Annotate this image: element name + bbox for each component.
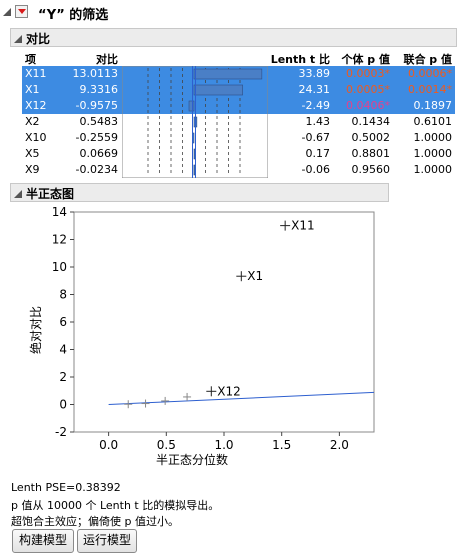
x-tick-label: 1.5 bbox=[272, 438, 291, 452]
point-label: X11 bbox=[291, 219, 315, 233]
y-tick-label: 0 bbox=[59, 398, 67, 412]
lenth-cell: 0.17 bbox=[305, 147, 331, 160]
report-title: “Y” 的筛选 bbox=[38, 8, 109, 23]
y-tick-label: -2 bbox=[55, 425, 67, 439]
point-label: X1 bbox=[247, 269, 263, 283]
contrast-cell: -0.2559 bbox=[75, 131, 118, 144]
half-normal-plot: -2 0 2 4 6 8 10 12 14 0.0 0.5 1.0 1.5 2.0 半正态分位数 绝对对比 X1… bbox=[28, 205, 375, 467]
col-contrast[interactable]: 对比 bbox=[60, 51, 118, 67]
x-tick-label: 0.5 bbox=[157, 438, 176, 452]
run-model-button[interactable]: 运行模型 bbox=[77, 529, 137, 553]
contrast-bar bbox=[193, 164, 196, 176]
simul-p-cell: 1.0000 bbox=[413, 163, 453, 176]
contrast-cell: -0.0234 bbox=[75, 163, 118, 176]
simul-p-cell: 0.0014* bbox=[408, 83, 452, 96]
contrast-cell: 0.0669 bbox=[79, 147, 119, 160]
point-label: X12 bbox=[217, 384, 241, 398]
collapse-icon[interactable] bbox=[14, 188, 22, 198]
simul-p-cell: 1.0000 bbox=[413, 147, 453, 160]
lenth-cell: -0.67 bbox=[301, 131, 330, 144]
lenth-pse-text: Lenth PSE=0.38392 bbox=[11, 481, 121, 494]
y-axis-label: 绝对对比 bbox=[28, 306, 43, 354]
y-tick-label: 4 bbox=[59, 343, 67, 357]
indiv-p-cell: 0.5002 bbox=[351, 131, 391, 144]
y-tick-label: 8 bbox=[59, 288, 67, 302]
term-cell: X1 bbox=[25, 83, 40, 96]
contrast-bar bbox=[193, 68, 263, 80]
col-indiv-p[interactable]: 个体 p 值 bbox=[332, 51, 390, 67]
y-tick-label: 14 bbox=[52, 205, 67, 219]
lenth-cell: -2.49 bbox=[301, 99, 330, 112]
term-cell: X5 bbox=[25, 147, 40, 160]
term-cell: X2 bbox=[25, 115, 40, 128]
term-cell: X12 bbox=[25, 99, 47, 112]
x-tick-label: 0.0 bbox=[99, 438, 118, 452]
indiv-p-cell: 0.0003* bbox=[346, 67, 390, 80]
term-cell: X9 bbox=[25, 163, 40, 176]
lenth-cell: 24.31 bbox=[298, 83, 331, 96]
y-tick-label: 2 bbox=[59, 370, 67, 384]
lenth-cell: -0.06 bbox=[301, 163, 330, 176]
simul-p-cell: 0.1897 bbox=[413, 99, 453, 112]
indiv-p-cell: 0.8801 bbox=[351, 147, 391, 160]
contrast-cell: 0.5483 bbox=[79, 115, 119, 128]
y-tick-label: 12 bbox=[52, 233, 67, 247]
red-triangle-menu-icon[interactable] bbox=[15, 5, 28, 18]
y-tick-label: 6 bbox=[59, 315, 67, 329]
note-pvalue: p 值从 10000 个 Lenth t 比的模拟导出。 bbox=[11, 499, 220, 512]
contrast-bar bbox=[193, 148, 196, 160]
simul-p-cell: 1.0000 bbox=[413, 131, 453, 144]
contrast-bar bbox=[193, 84, 243, 96]
contrast-cell: 13.0113 bbox=[72, 67, 119, 80]
x-tick-label: 2.0 bbox=[330, 438, 349, 452]
indiv-p-cell: 0.9560 bbox=[351, 163, 391, 176]
half-normal-header[interactable]: 半正态图 bbox=[10, 183, 389, 202]
term-cell: X11 bbox=[25, 67, 47, 80]
simul-p-cell: 0.6101 bbox=[413, 115, 453, 128]
contrast-bar bbox=[188, 100, 195, 112]
contrast-cell: -0.9575 bbox=[75, 99, 118, 112]
col-term[interactable]: 项 bbox=[25, 51, 36, 67]
contrasts-header[interactable]: 对比 bbox=[10, 28, 457, 47]
contrast-bar-chart bbox=[122, 66, 268, 178]
contrast-cell: 9.3316 bbox=[79, 83, 119, 96]
half-normal-title: 半正态图 bbox=[26, 187, 75, 201]
outline-toggle-icon[interactable] bbox=[3, 6, 11, 16]
col-simul-p[interactable]: 联合 p 值 bbox=[392, 51, 452, 67]
collapse-icon[interactable] bbox=[14, 33, 22, 43]
lenth-cell: 1.43 bbox=[305, 115, 331, 128]
simul-p-cell: 0.0006* bbox=[408, 67, 452, 80]
note-saturated: 超饱合主效应；偏倚使 p 值过小。 bbox=[11, 515, 179, 528]
x-axis-label: 半正态分位数 bbox=[156, 452, 228, 467]
indiv-p-cell: 0.1434 bbox=[351, 115, 391, 128]
x-tick-label: 1.0 bbox=[214, 438, 233, 452]
indiv-p-cell: 0.0005* bbox=[346, 83, 390, 96]
y-tick-label: 10 bbox=[52, 260, 67, 274]
col-lenth[interactable]: Lenth t 比 bbox=[262, 51, 330, 67]
lenth-cell: 33.89 bbox=[298, 67, 331, 80]
make-model-button[interactable]: 构建模型 bbox=[12, 529, 74, 553]
table-header: 项 对比 Lenth t 比 个体 p 值 联合 p 值 bbox=[0, 50, 461, 66]
indiv-p-cell: 0.0406* bbox=[346, 99, 390, 112]
term-cell: X10 bbox=[25, 131, 47, 144]
contrasts-title: 对比 bbox=[26, 32, 51, 46]
